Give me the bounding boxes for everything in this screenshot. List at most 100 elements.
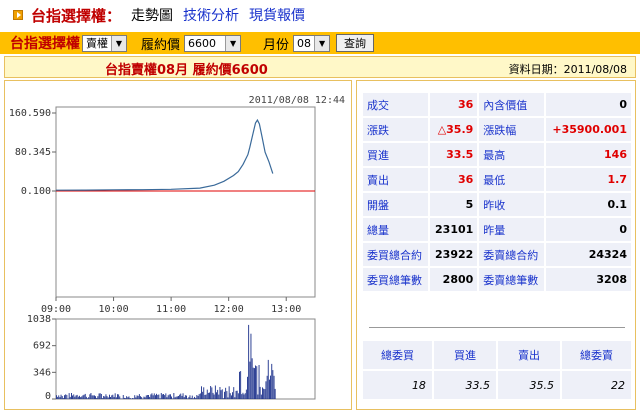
quote-label: 開盤: [363, 193, 428, 216]
volume-bar: [265, 381, 267, 399]
volume-bar: [96, 398, 98, 399]
volume-bar: [244, 393, 246, 399]
volume-bar: [153, 393, 155, 399]
option-type-select[interactable]: 賣權 ▼: [82, 34, 127, 52]
info-bar: 台指賣權08月 履約價6600 資料日期：2011/08/08: [4, 56, 636, 78]
volume-bar: [127, 397, 129, 399]
volume-bar: [120, 398, 122, 399]
quote-label: 漲跌: [363, 118, 428, 141]
volume-bar: [129, 398, 131, 399]
volume-bar: [273, 375, 275, 399]
volume-bar: [59, 397, 61, 399]
volume-bar: [219, 387, 221, 399]
order-book-value: 33.5: [433, 371, 496, 399]
volume-bar: [189, 395, 191, 399]
volume-bar: [227, 397, 229, 399]
volume-bar: [239, 371, 240, 399]
quote-label: 委買總筆數: [363, 268, 428, 291]
volume-bar: [100, 394, 102, 399]
order-book-value-row: 18 33.5 35.5 22: [363, 371, 631, 399]
volume-bar: [65, 394, 67, 399]
price-plot-frame: [55, 106, 316, 298]
month-select[interactable]: 08 ▼: [293, 34, 331, 52]
quote-row: 開盤 5 昨收 0.1: [363, 193, 631, 216]
nav-link-technical-analysis[interactable]: 技術分析: [183, 5, 239, 25]
volume-bar: [234, 397, 236, 399]
volume-bar: [176, 396, 178, 399]
quote-label: 昨收: [479, 193, 545, 216]
y-tick-label: 0.100: [21, 186, 51, 197]
volume-bar: [137, 395, 139, 399]
volume-bar: [130, 398, 132, 399]
top-nav: 台指選擇權： 走勢圖 技術分析 現貨報價: [0, 0, 640, 30]
order-book-header-row: 總委買 買進 賣出 總委賣: [363, 341, 631, 369]
volume-bar: [133, 398, 134, 399]
volume-bar: [231, 395, 232, 399]
order-book-header: 買進: [433, 341, 496, 369]
volume-bar: [214, 385, 216, 399]
order-book-value: 35.5: [497, 371, 561, 399]
volume-bar: [158, 394, 160, 399]
volume-bar: [212, 392, 214, 399]
volume-y-tick-label: 692: [33, 341, 51, 352]
dropdown-arrow-icon[interactable]: ▼: [111, 35, 126, 51]
volume-bar: [150, 394, 152, 399]
volume-bar: [190, 397, 192, 399]
dropdown-arrow-icon[interactable]: ▼: [225, 35, 241, 51]
volume-bar: [110, 397, 111, 399]
volume-bar: [245, 389, 247, 399]
x-tick-label: 10:00: [99, 304, 129, 315]
volume-bar: [229, 393, 231, 399]
volume-bar: [87, 398, 88, 399]
volume-bar: [123, 397, 125, 399]
volume-bar: [66, 394, 68, 399]
volume-bar: [221, 389, 223, 399]
volume-bar: [61, 396, 63, 399]
volume-plot-frame: [55, 318, 316, 400]
order-book-header: 總委賣: [562, 341, 631, 369]
volume-bar: [99, 393, 101, 399]
volume-bar: [132, 398, 133, 399]
x-tick-label: 11:00: [156, 304, 186, 315]
volume-bar: [144, 397, 146, 399]
nav-link-trend-chart[interactable]: 走勢圖: [131, 5, 173, 25]
volume-bar: [136, 395, 138, 399]
y-tick-label: 160.590: [9, 108, 51, 119]
nav-link-spot-quotes[interactable]: 現貨報價: [249, 5, 305, 25]
volume-bar: [237, 393, 239, 399]
volume-bar: [241, 394, 243, 399]
quote-value: 0: [546, 93, 631, 116]
x-tick-label: 13:00: [271, 304, 301, 315]
volume-bar: [88, 397, 90, 399]
volume-bar: [270, 375, 271, 399]
volume-bar: [80, 397, 82, 399]
quote-value: 0.1: [546, 193, 631, 216]
toolbar-title: 台指選擇權: [10, 36, 80, 52]
volume-bar: [103, 396, 105, 399]
volume-bar: [233, 387, 235, 399]
volume-bar: [107, 397, 109, 399]
volume-bar: [204, 395, 206, 399]
volume-bar: [216, 392, 217, 399]
query-button[interactable]: 查詢: [336, 34, 375, 52]
quote-label: 昨量: [479, 218, 545, 241]
strike-select[interactable]: 6600 ▼: [184, 34, 242, 52]
volume-bar: [236, 390, 238, 399]
volume-bar: [226, 391, 228, 399]
volume-bar: [73, 394, 75, 399]
volume-bar: [202, 391, 204, 399]
volume-bar: [240, 371, 242, 399]
volume-bar: [68, 393, 70, 399]
volume-bar: [149, 396, 151, 399]
quote-value: 23922: [429, 243, 478, 266]
volume-bar: [272, 370, 274, 399]
volume-bar: [126, 396, 128, 399]
volume-bar: [178, 396, 179, 399]
quote-value: 33.5: [429, 143, 478, 166]
volume-bar: [243, 394, 245, 399]
volume-bar: [56, 395, 57, 399]
dropdown-arrow-icon[interactable]: ▼: [314, 35, 330, 51]
volume-bar: [205, 394, 207, 399]
volume-bar: [258, 365, 260, 399]
volume-bar: [251, 358, 253, 399]
